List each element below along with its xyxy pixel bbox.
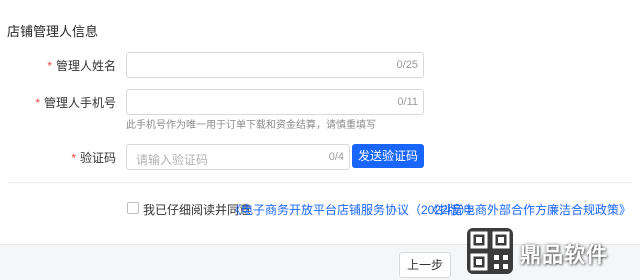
compliance-policy-link[interactable]: 《抖音电商外部合作方廉洁合规政策》 bbox=[427, 201, 631, 218]
agreement-checkbox[interactable] bbox=[127, 202, 139, 214]
required-mark: * bbox=[35, 96, 40, 110]
code-row: * 验证码 请输入验证码 0/4 发送验证码 bbox=[0, 144, 640, 170]
prev-step-button[interactable]: 上一步 bbox=[399, 252, 451, 278]
phone-row: * 管理人手机号 0/11 bbox=[0, 89, 640, 115]
code-counter: 0/4 bbox=[328, 151, 344, 163]
code-label: * 验证码 bbox=[71, 149, 116, 166]
phone-input[interactable]: 0/11 bbox=[126, 89, 424, 115]
code-label-text: 验证码 bbox=[79, 151, 116, 165]
phone-hint: 此手机号作为唯一用于订单下载和资金结算，请慎重填写 bbox=[126, 120, 376, 131]
name-counter: 0/25 bbox=[396, 59, 418, 71]
phone-label: * 管理人手机号 bbox=[35, 94, 116, 111]
phone-label-text: 管理人手机号 bbox=[43, 96, 116, 110]
section-title: 店铺管理人信息 bbox=[7, 24, 99, 39]
watermark-logo-icon bbox=[467, 228, 513, 274]
form-card: 店铺管理人信息 * 管理人姓名 0/25 * 管理人手机号 0/11 此手机号作为唯… bbox=[0, 0, 640, 244]
required-mark: * bbox=[71, 151, 76, 165]
required-mark: * bbox=[47, 59, 52, 73]
watermark-text: 鼎品软件 bbox=[520, 244, 608, 267]
send-code-button[interactable]: 发送验证码 bbox=[352, 144, 424, 168]
phone-counter: 0/11 bbox=[397, 96, 418, 108]
code-input[interactable]: 请输入验证码 0/4 bbox=[126, 144, 350, 170]
watermark: 鼎品软件 bbox=[466, 227, 636, 277]
divider bbox=[8, 182, 632, 183]
name-label-text: 管理人姓名 bbox=[55, 59, 116, 73]
name-row: * 管理人姓名 0/25 bbox=[0, 52, 640, 78]
name-input[interactable]: 0/25 bbox=[126, 52, 424, 78]
name-label: * 管理人姓名 bbox=[47, 57, 116, 74]
code-placeholder: 请输入验证码 bbox=[136, 153, 209, 167]
